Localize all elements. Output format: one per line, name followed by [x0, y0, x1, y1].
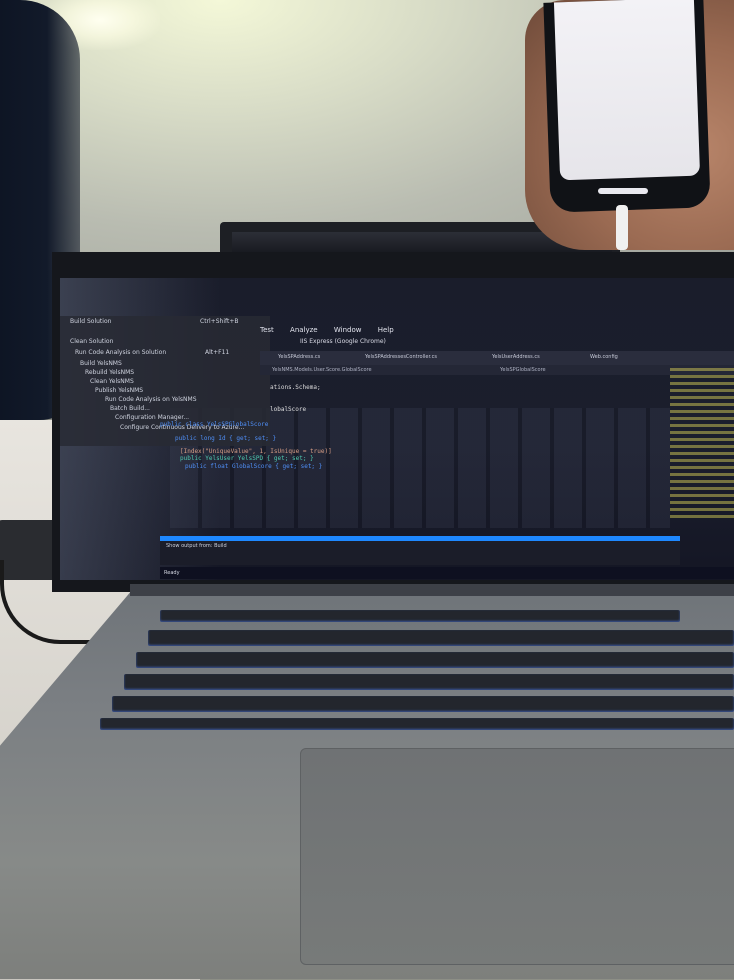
tab-file[interactable]: YelsSPAddress.cs: [278, 354, 320, 360]
number-key-row: [148, 630, 734, 646]
menu-item[interactable]: Run Code Analysis on Solution: [75, 349, 166, 356]
menu-item[interactable]: Clean YelsNMS: [90, 378, 134, 385]
menu-item[interactable]: Publish YelsNMS: [95, 387, 143, 394]
tab-file[interactable]: Web.config: [590, 354, 618, 360]
code-line: public YelsUser YelsSPD { get; set; }: [180, 455, 314, 462]
menu-item[interactable]: Clean Solution: [70, 338, 113, 345]
tab-file[interactable]: YelsSPAddressesController.cs: [365, 354, 437, 360]
keyboard: [100, 610, 734, 730]
output-title: Show output from: Build: [166, 543, 227, 549]
code-line: public long Id { get; set; }: [175, 435, 277, 442]
code-line: public class YelsSPGlobalScore: [160, 421, 269, 428]
menu-bar: Test Analyze Window Help: [260, 326, 408, 334]
top-letter-row: [136, 652, 734, 668]
namespace-dropdown[interactable]: YelsNMS.Models.User.Score.GlobalScore: [272, 367, 372, 373]
laptop-hinge: [130, 584, 734, 596]
run-target[interactable]: IIS Express (Google Chrome): [300, 338, 386, 345]
windows-taskbar: Ready: [160, 567, 734, 579]
menu-window[interactable]: Window: [334, 326, 362, 334]
menu-item[interactable]: Build YelsNMS: [80, 360, 122, 367]
editor-tabs: YelsSPAddress.cs YelsSPAddressesControll…: [260, 351, 734, 365]
menu-analyze[interactable]: Analyze: [290, 326, 318, 334]
smartphone-screen: [553, 0, 701, 181]
menu-item[interactable]: Run Code Analysis on YelsNMS: [105, 396, 197, 403]
member-dropdown[interactable]: YelsSPGlobalScore: [500, 367, 546, 373]
charging-cable: [616, 205, 628, 250]
menu-shortcut: Alt+F11: [205, 349, 230, 356]
menu-help[interactable]: Help: [378, 326, 394, 334]
menu-item[interactable]: Build Solution: [70, 318, 111, 325]
function-key-row: [160, 610, 680, 622]
trackpad: [300, 748, 734, 965]
bottom-letter-row: [112, 696, 734, 712]
code-line: lobalScore: [270, 406, 307, 413]
navigation-bar: YelsNMS.Models.User.Score.GlobalScore Ye…: [260, 365, 734, 375]
phone-home-bar: [598, 188, 648, 194]
menu-item[interactable]: Batch Build...: [110, 405, 150, 412]
status-text: Ready: [164, 570, 180, 576]
solution-explorer: [670, 368, 734, 518]
code-line: ations.Schema;: [270, 384, 321, 391]
laptop-screen: Build Solution Ctrl+Shift+B Clean Soluti…: [60, 278, 734, 580]
tab-file[interactable]: YelsUserAddress.cs: [492, 354, 540, 360]
home-row: [124, 674, 734, 690]
output-panel: Show output from: Build: [160, 541, 680, 565]
space-bar-row: [100, 718, 734, 730]
code-line: [Index("UniqueValue", 1, IsUnique = true…: [180, 448, 332, 455]
menu-shortcut: Ctrl+Shift+B: [200, 318, 239, 325]
menu-test[interactable]: Test: [260, 326, 274, 334]
code-line: public float GlobalScore { get; set; }: [185, 463, 323, 470]
menu-item[interactable]: Rebuild YelsNMS: [85, 369, 134, 376]
menu-item[interactable]: Configuration Manager...: [115, 414, 189, 421]
